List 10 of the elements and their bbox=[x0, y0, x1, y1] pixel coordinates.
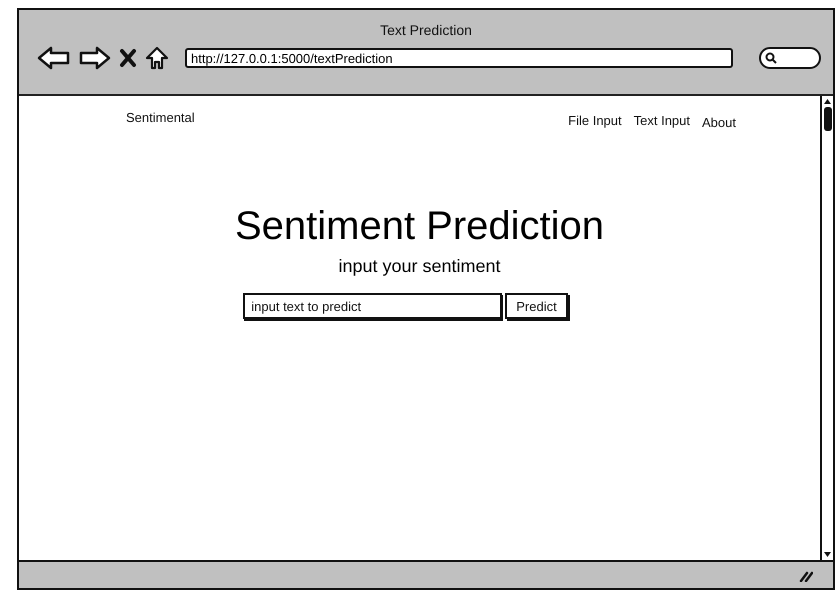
window-title: Text Prediction bbox=[380, 22, 472, 38]
nav-link[interactable]: Text Input bbox=[634, 113, 690, 130]
predict-button[interactable]: Predict bbox=[505, 293, 568, 319]
nav-link[interactable]: About bbox=[702, 115, 736, 130]
brand-name[interactable]: Sentimental bbox=[126, 110, 195, 125]
text-input[interactable]: input text to predict bbox=[243, 293, 502, 319]
page-heading: Sentiment Prediction bbox=[234, 203, 604, 250]
page-subtitle: input your sentiment bbox=[338, 256, 501, 277]
address-field[interactable]: http://127.0.0.1:5000/textPrediction bbox=[185, 48, 733, 68]
nav-link[interactable]: File Input bbox=[568, 113, 622, 130]
